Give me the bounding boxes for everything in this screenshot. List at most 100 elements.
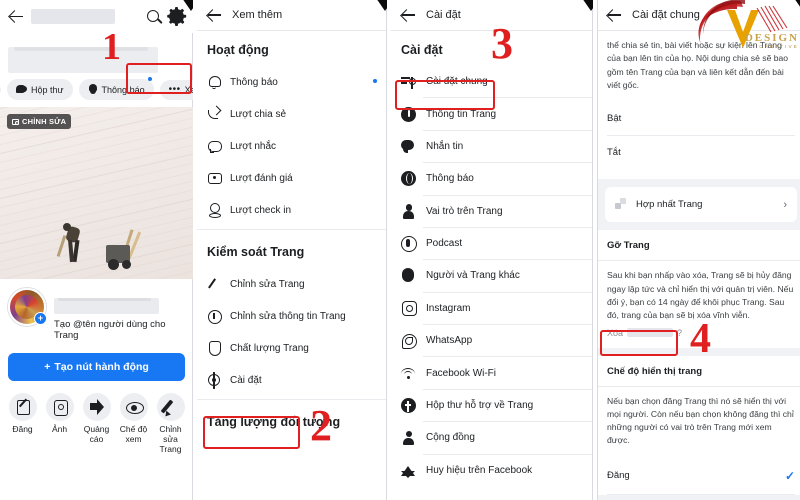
settings-item-messaging[interactable]: Nhắn tin [391,131,593,162]
option-on[interactable]: Bật [597,102,800,135]
settings-item-general[interactable]: Cài đặt chung [391,66,593,97]
visibility-paragraph: Nếu bạn chọn đăng Trang thì nó sẽ hiển t… [607,395,794,446]
status-notch [582,0,593,11]
back-arrow-icon[interactable] [8,8,25,25]
badge-dot [373,79,377,83]
chip-inbox-label: Hộp thư [31,84,64,95]
facebook-icon [401,397,416,413]
divider [197,399,387,400]
menu-item-edit-page[interactable]: Chỉnh sửa Trang [197,268,387,300]
screenshot-root: Hộp thư Thông báo ••• Xem thêm [0,0,800,500]
settings-item-page-info[interactable]: Thông tin Trang [391,98,593,129]
settings-item-label: Podcast [426,238,463,250]
wifi-icon [401,366,416,381]
settings-item-whatsapp[interactable]: WhatsApp [391,325,593,356]
option-off[interactable]: Tắt [597,136,800,169]
panel-page-profile: Hộp thư Thông báo ••• Xem thêm [0,0,193,500]
badge-dot [147,77,152,81]
menu-item-label: Chỉnh sửa thông tin Trang [230,310,346,322]
annotation-number-3: 3 [491,19,513,68]
action-photo[interactable]: Ảnh [43,393,76,454]
see-more-title: Xem thêm [232,9,283,21]
compose-icon [8,393,37,421]
cover-photo[interactable]: CHỈNH SỬA [0,107,193,279]
chip-inbox[interactable]: Hộp thư [7,79,73,100]
action-photo-label: Ảnh [51,424,68,434]
chip-clipped[interactable] [0,84,1,95]
whatsapp-icon [401,333,417,349]
action-post[interactable]: Đăng [6,393,39,454]
status-notch [794,0,800,11]
eye-icon [119,393,148,421]
edit-cover-badge[interactable]: CHỈNH SỬA [7,114,72,129]
back-arrow-icon[interactable] [400,7,417,24]
merge-icon [615,198,628,211]
share-paragraph: thể chia sẻ tin, bài viết hoặc sự kiện l… [607,40,789,90]
inbox-icon [16,84,27,95]
menu-item-checkins[interactable]: Lượt check in [197,194,387,226]
back-arrow-icon[interactable] [606,7,623,24]
chip-notifications[interactable]: Thông báo [78,77,154,100]
settings-item-community[interactable]: Cộng đồng [391,422,593,453]
chevron-right-icon: › [783,198,787,211]
settings-item-other-people-pages[interactable]: Người và Trang khác [391,260,593,291]
merge-pages-label: Hợp nhất Trang [636,199,703,211]
menu-item-settings[interactable]: Cài đặt [197,364,387,396]
avatar-add-icon[interactable]: + [34,312,47,325]
menu-item-label: Lượt nhắc [230,140,277,152]
message-icon [401,139,416,154]
create-action-button[interactable]: + Tạo nút hành động [8,353,185,381]
visibility-option-label: Đăng [607,470,630,482]
panel-see-more: Xem thêm Hoạt động Thông báo Lượt chia s… [197,0,387,500]
menu-item-mentions[interactable]: Lượt nhắc [197,130,387,162]
menu-item-shares[interactable]: Lượt chia sẻ [197,98,387,130]
divider [607,493,795,495]
settings-item-instagram[interactable]: Instagram [391,293,593,324]
action-view-mode[interactable]: Chế độ xem [117,393,150,454]
menu-item-edit-page-info[interactable]: Chỉnh sửa thông tin Trang [197,300,387,332]
info-icon [207,309,222,324]
people-icon [401,268,416,283]
general-settings-topbar: Cài đặt chung [597,0,800,31]
share-settings-card: thể chia sẻ tin, bài viết hoặc sự kiện l… [597,31,800,180]
menu-item-page-quality[interactable]: Chất lượng Trang [197,332,387,364]
person-icon [401,430,416,446]
pencil-icon [207,277,221,291]
settings-item-badges[interactable]: Huy hiệu trên Facebook [391,455,593,486]
action-edit-page[interactable]: Chỉnh sửa Trang [154,393,187,454]
visibility-option-published[interactable]: Đăng ✓ [597,458,800,494]
action-ads[interactable]: Quảng cáo [80,393,113,454]
username-prompt[interactable]: Tạo @tên người dùng cho Trang [54,319,185,341]
star-icon [401,463,416,478]
bell-icon [88,84,98,95]
settings-item-label: Cài đặt chung [426,76,488,88]
menu-item-label: Lượt check in [230,204,292,216]
menu-item-notifications[interactable]: Thông báo [197,66,387,98]
chip-see-more[interactable]: ••• Xem thêm [159,79,193,100]
panel-settings-list: Cài đặt Cài đặt Cài đặt chung Thông tin … [391,0,593,500]
settings-item-facebook-wifi[interactable]: Facebook Wi-Fi [391,357,593,388]
merge-pages-card[interactable]: Hợp nhất Trang › [605,187,797,223]
delete-link-prefix: Xóa [607,327,624,338]
merge-pages-row[interactable]: Hợp nhất Trang › [605,187,797,222]
quick-actions: Đăng Ảnh Quảng cáo Chế độ xem Chỉnh sửa … [0,381,193,454]
camera-icon [12,118,20,126]
panel-divider [597,0,598,500]
settings-item-label: Nhắn tin [426,140,464,152]
instagram-icon [401,301,417,317]
settings-item-page-roles[interactable]: Vai trò trên Trang [391,196,593,227]
menu-item-reviews[interactable]: Lượt đánh giá [197,162,387,194]
create-action-label: Tạo nút hành động [54,361,149,373]
back-arrow-icon[interactable] [206,7,223,24]
settings-item-notifications[interactable]: Thông báo [391,163,593,194]
settings-item-podcast[interactable]: Podcast [391,228,593,259]
profile-row: + Tạo @tên người dùng cho Trang [0,279,193,341]
gear-icon [207,371,221,389]
menu-item-label: Cài đặt [230,374,262,386]
chip-notifications-label: Thông báo [101,84,145,95]
action-ads-label: Quảng cáo [83,424,110,444]
settings-item-support-inbox[interactable]: Hộp thư hỗ trợ về Trang [391,390,593,421]
avatar[interactable]: + [8,288,47,326]
search-icon[interactable] [146,9,162,25]
edit-cover-label: CHỈNH SỬA [22,117,67,126]
